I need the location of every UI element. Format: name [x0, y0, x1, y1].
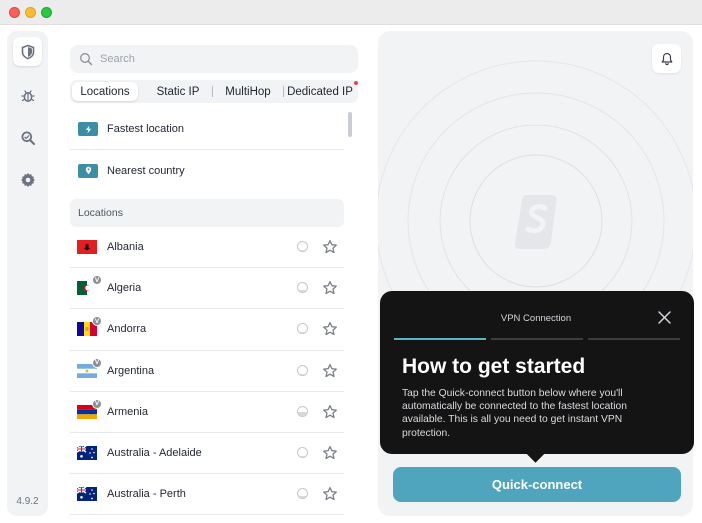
locations-section-header: Locations	[70, 199, 344, 227]
rail-settings-button[interactable]	[13, 165, 42, 194]
onboarding-progress-step-2	[491, 338, 583, 340]
favorite-star-icon[interactable]	[322, 321, 338, 337]
tab-dedicated-ip[interactable]: Dedicated IP	[284, 81, 358, 101]
nearest-country-label: Nearest country	[107, 164, 185, 177]
virtual-location-badge: V	[92, 398, 102, 409]
server-load-fill	[298, 373, 307, 375]
country-row-australia-adelaide[interactable]: Australia - Adelaide	[70, 433, 344, 475]
onboarding-progress-step-3	[588, 338, 680, 340]
onboarding-title: How to get started	[402, 355, 586, 378]
rail-vpn-button[interactable]	[13, 37, 42, 66]
server-load-indicator	[297, 241, 308, 252]
australia-flag-icon	[77, 487, 97, 502]
rail-search-button[interactable]	[13, 123, 42, 152]
argentina-flag-icon: V	[77, 357, 102, 378]
quick-connect-button[interactable]: Quick-connect	[393, 467, 681, 502]
country-row-argentina[interactable]: V Argentina	[70, 351, 344, 392]
server-load-fill	[298, 290, 307, 293]
close-window-button[interactable]	[9, 7, 20, 18]
notification-dot	[354, 81, 358, 85]
gear-icon	[20, 172, 35, 187]
country-name: Albania	[107, 241, 144, 254]
tab-dedicated-ip-label: Dedicated IP	[287, 85, 353, 98]
window-titlebar	[0, 0, 702, 25]
minimize-window-button[interactable]	[25, 7, 36, 18]
australia-flag-icon	[77, 446, 97, 461]
country-row-australia-perth[interactable]: Australia - Perth	[70, 474, 344, 516]
list-scrollbar[interactable]	[348, 112, 352, 137]
server-load-indicator	[297, 323, 308, 335]
country-name: Australia - Perth	[107, 488, 186, 501]
server-load-fill	[298, 495, 307, 499]
location-pin-icon	[78, 163, 98, 178]
location-tabs: Locations Static IP MultiHop Dedicated I…	[70, 80, 358, 103]
notifications-button[interactable]	[652, 44, 681, 73]
server-load-indicator	[297, 282, 308, 294]
sidebar-rail: 4.9.2	[7, 31, 48, 516]
search-input[interactable]	[100, 49, 350, 69]
lightning-icon	[78, 122, 98, 136]
virtual-location-badge: V	[92, 357, 102, 368]
andorra-flag-icon: V	[77, 316, 102, 337]
fastest-location-label: Fastest location	[107, 123, 185, 135]
server-load-indicator	[297, 364, 308, 376]
fastest-location-option[interactable]: Fastest location	[70, 109, 344, 150]
favorite-star-icon[interactable]	[322, 239, 338, 255]
zoom-window-button[interactable]	[41, 7, 52, 18]
country-name: Australia - Adelaide	[107, 447, 202, 460]
bug-icon	[20, 89, 35, 102]
onboarding-progress-step-1	[394, 338, 486, 340]
server-load-indicator	[297, 446, 308, 458]
onboarding-step-label: VPN Connection	[500, 313, 572, 324]
server-load-fill	[298, 249, 307, 251]
favorite-star-icon[interactable]	[322, 363, 338, 379]
country-name: Argentina	[107, 364, 155, 377]
country-name: Andorra	[107, 323, 147, 336]
close-icon[interactable]	[657, 310, 672, 325]
country-row-andorra[interactable]: V Andorra	[70, 309, 344, 351]
virtual-location-badge: V	[92, 275, 102, 286]
onboarding-tooltip: VPN Connection How to get started Tap th…	[380, 291, 694, 463]
bell-icon	[661, 52, 672, 65]
favorite-star-icon[interactable]	[322, 404, 338, 420]
country-row-armenia[interactable]: V Armenia	[70, 392, 344, 433]
server-load-fill	[298, 411, 307, 416]
server-load-indicator	[297, 405, 308, 417]
onboarding-body: Tap the Quick-connect button below where…	[402, 388, 627, 439]
tab-locations[interactable]: Locations	[72, 82, 138, 101]
nearest-country-option[interactable]: Nearest country	[70, 150, 344, 191]
country-list: Albania V Algeria V Andorra V Argentina	[70, 227, 344, 520]
rail-antivirus-button[interactable]	[13, 81, 42, 110]
favorite-star-icon[interactable]	[322, 445, 338, 461]
country-row-albania[interactable]: Albania	[70, 227, 344, 269]
server-load-fill	[298, 455, 307, 457]
virtual-location-badge: V	[92, 316, 102, 327]
app-version: 4.9.2	[16, 496, 39, 507]
country-name: Armenia	[107, 405, 148, 418]
server-load-fill	[298, 331, 307, 334]
algeria-flag-icon: V	[77, 275, 102, 296]
albania-flag-icon	[77, 240, 97, 255]
search-icon	[21, 131, 35, 145]
search-box	[70, 45, 358, 73]
tab-multihop[interactable]: MultiHop	[213, 82, 283, 101]
tab-static-ip[interactable]: Static IP	[144, 82, 212, 101]
server-load-indicator	[297, 488, 308, 500]
country-row-algeria[interactable]: V Algeria	[70, 268, 344, 310]
brand-logo-icon	[514, 195, 557, 249]
favorite-star-icon[interactable]	[322, 486, 338, 502]
armenia-flag-icon: V	[77, 398, 102, 419]
search-icon	[80, 53, 93, 66]
country-name: Algeria	[107, 282, 142, 295]
favorite-star-icon[interactable]	[322, 280, 338, 296]
shield-icon	[21, 44, 34, 59]
